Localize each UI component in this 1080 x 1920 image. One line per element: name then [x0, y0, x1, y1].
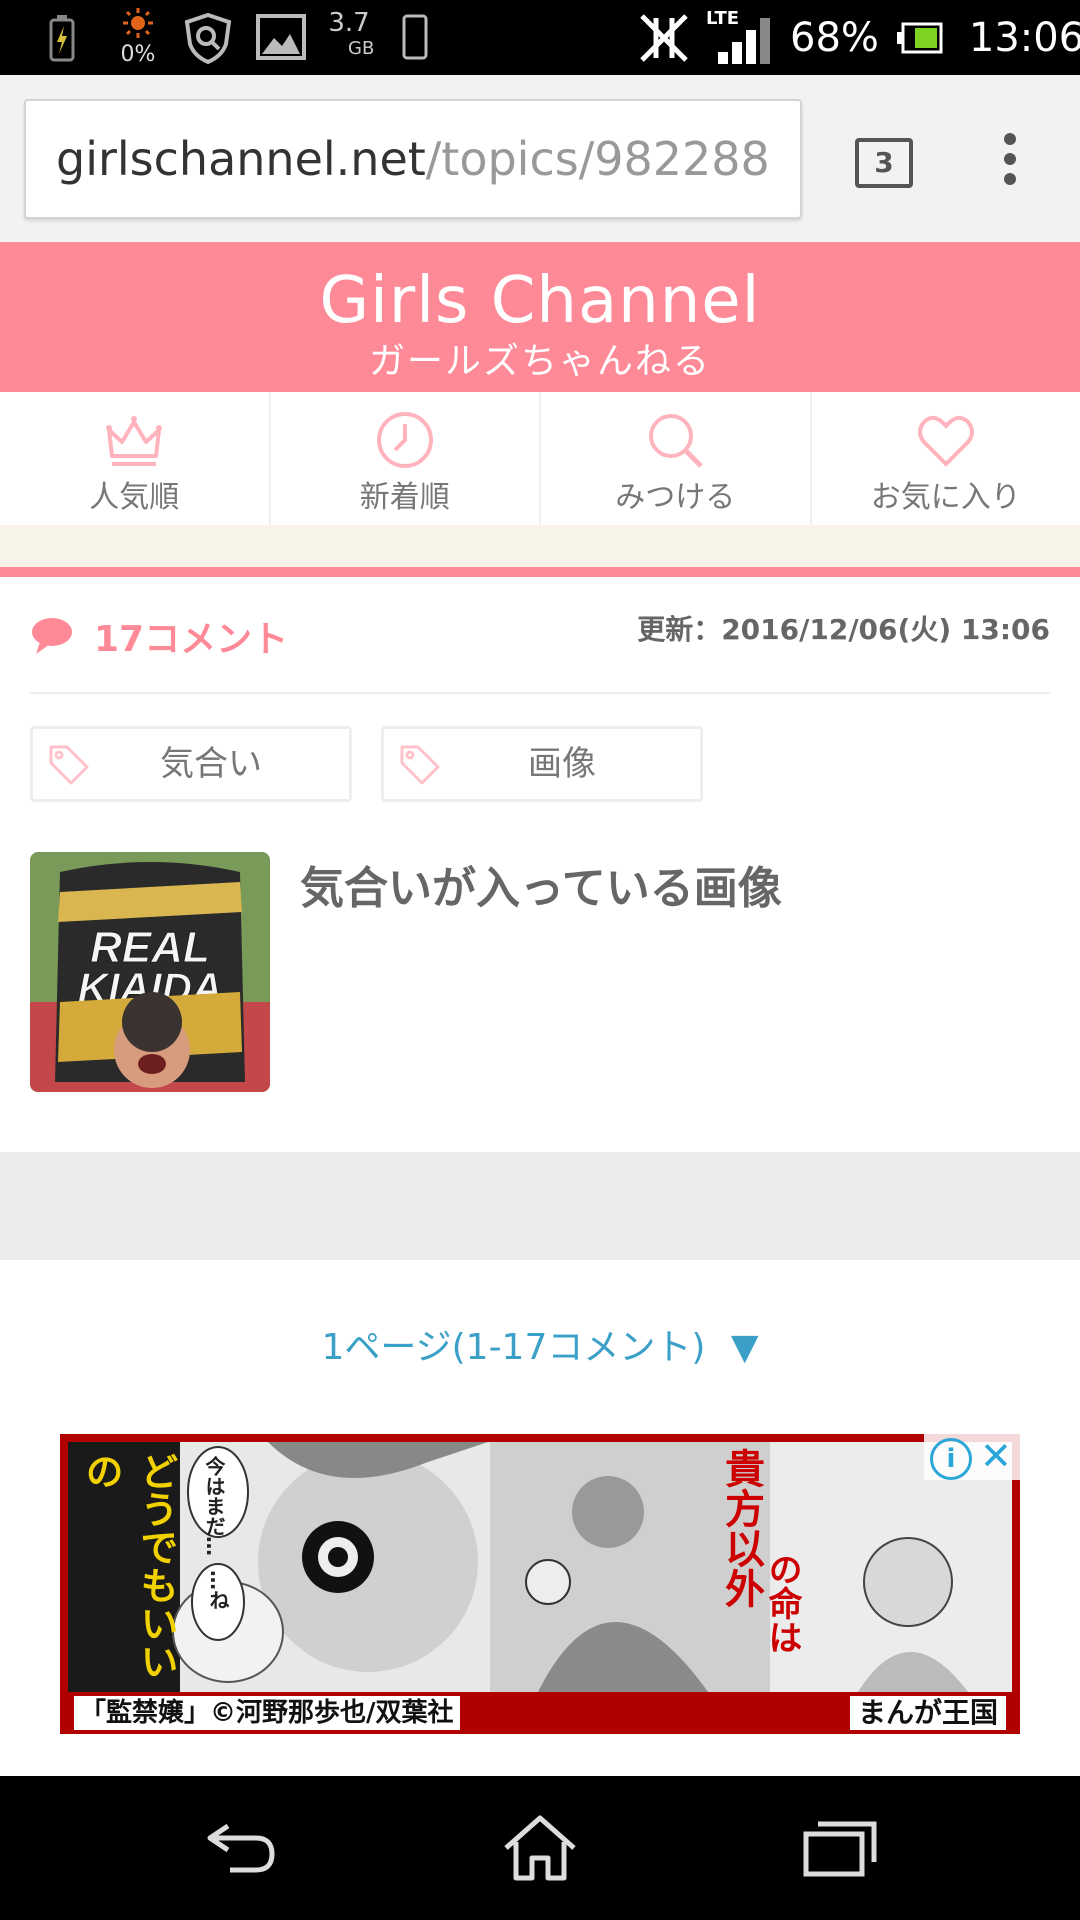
sun-icon	[123, 8, 153, 38]
site-logo-sub: ガールズちゃんねる	[368, 341, 711, 382]
chevron-down-icon: ▼	[730, 1327, 759, 1368]
image-icon	[256, 14, 306, 60]
comment-count[interactable]: 17コメント	[30, 606, 288, 666]
section-separator	[0, 1152, 1080, 1260]
divider	[30, 692, 1050, 694]
nav-label: みつける	[615, 480, 736, 515]
nav-favorites[interactable]: お気に入り	[812, 392, 1080, 525]
nav-label: お気に入り	[870, 480, 1021, 515]
site-nav: 人気順 新着順 みつける お気に入り	[0, 392, 1080, 525]
nav-popular[interactable]: 人気順	[0, 392, 271, 525]
nfc-muted-icon	[640, 13, 688, 62]
nav-newest[interactable]: 新着順	[271, 392, 541, 525]
storage-pct: 0%	[120, 42, 156, 67]
status-bar: 0% 3.7 GB LTE 68% 13:06	[0, 0, 1080, 75]
search-icon	[649, 414, 704, 468]
ad-controls: i ✕	[924, 1434, 1020, 1480]
nav-search[interactable]: みつける	[541, 392, 812, 525]
ad-headline-left: どうでもいいの	[79, 1452, 178, 1680]
header-spacer	[0, 525, 1080, 567]
topic-image: REAL KIAIDA	[30, 852, 270, 1092]
tag-button[interactable]: 気合い	[30, 726, 352, 802]
page-selector-label: 1ページ(1-17コメント)	[321, 1327, 706, 1368]
topic-title[interactable]: 気合いが入っている画像	[300, 852, 782, 916]
tab-switcher-button[interactable]: 3	[855, 138, 913, 188]
dot-icon	[1004, 173, 1016, 185]
crown-icon	[106, 416, 163, 466]
battery-icon	[896, 22, 943, 53]
signal-widget: LTE	[706, 8, 778, 68]
clock-icon	[376, 412, 433, 468]
ad-headline-right: の命は	[762, 1552, 802, 1654]
updated-timestamp: 更新：2016/12/06(火) 13:06	[637, 613, 1050, 646]
speech-bubble-icon	[32, 618, 72, 654]
tag-button[interactable]: 画像	[381, 726, 703, 802]
heart-icon	[917, 415, 974, 467]
site-header[interactable]: Girls Channel ガールズちゃんねる	[0, 242, 1080, 392]
tag-label: 気合い	[160, 744, 262, 784]
info-icon[interactable]: i	[930, 1438, 972, 1480]
overflow-menu-button[interactable]	[1000, 133, 1020, 193]
header-divider	[0, 567, 1080, 577]
topic-thumbnail[interactable]: REAL KIAIDA	[30, 852, 270, 1092]
status-right: LTE 68% 13:06	[636, 0, 1080, 75]
url-path: /topics/982288	[425, 132, 770, 186]
ad-brand: まんが王国	[849, 1696, 1006, 1730]
url-host: girlschannel.net	[56, 132, 426, 186]
nav-label: 新着順	[359, 480, 450, 515]
tag-label: 画像	[528, 744, 596, 784]
url-text[interactable]: girlschannel.net/topics/982288	[56, 101, 796, 217]
system-nav-bar	[0, 1776, 1080, 1920]
page-selector[interactable]: 1ページ(1-17コメント) ▼	[0, 1318, 1080, 1370]
ad-bubble: …ね	[206, 1570, 230, 1610]
browser-toolbar: girlschannel.net/topics/982288 3	[0, 75, 1080, 243]
ad-artwork[interactable]: どうでもいいの 今はまだ… …ね 貴方以外 の命は	[68, 1442, 1012, 1692]
dot-icon	[1004, 133, 1016, 145]
nav-label: 人気順	[89, 480, 180, 515]
home-icon[interactable]	[500, 1812, 580, 1882]
recents-icon[interactable]	[800, 1812, 880, 1882]
back-icon[interactable]	[200, 1812, 280, 1882]
url-bar[interactable]: girlschannel.net/topics/982288	[24, 99, 802, 219]
storage-widget: 0%	[118, 8, 158, 67]
signal-icon	[718, 17, 770, 64]
shield-search-icon	[184, 12, 232, 64]
close-icon[interactable]: ✕	[980, 1434, 1012, 1478]
battery-charging-icon	[49, 15, 75, 62]
ad-banner[interactable]: どうでもいいの 今はまだ… …ね 貴方以外 の命は 「監禁嬢」©河野那歩也/双葉…	[60, 1434, 1020, 1734]
ad-caption: 「監禁嬢」©河野那歩也/双葉社	[74, 1696, 460, 1730]
battery-pct: 68%	[790, 14, 879, 61]
clock: 13:06	[968, 14, 1080, 61]
phone-icon	[402, 14, 428, 60]
dot-icon	[1004, 153, 1016, 165]
site-logo[interactable]: Girls Channel	[0, 264, 1080, 338]
storage-size: 3.7 GB	[328, 8, 375, 59]
ad-bubble: 今はまだ…	[202, 1456, 226, 1556]
comment-count-label: 17コメント	[94, 619, 289, 660]
